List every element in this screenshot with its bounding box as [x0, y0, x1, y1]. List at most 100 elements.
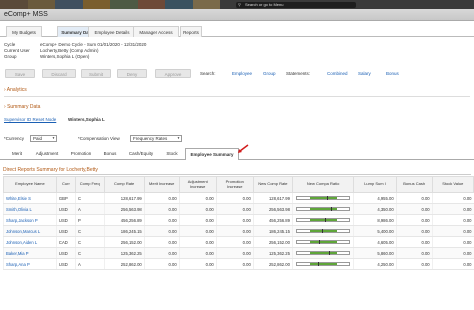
column-header[interactable]: Curr	[55, 176, 76, 193]
summary-section[interactable]: › Summary Data	[4, 104, 40, 110]
compa-ratio-cell	[291, 203, 354, 215]
cell-freq: A	[74, 258, 105, 270]
column-header[interactable]: Merit Increase	[143, 176, 180, 193]
column-header[interactable]: Promotion Increase	[215, 176, 254, 193]
statement-salary-link[interactable]: Salary	[358, 71, 371, 76]
table-row: White,Elsie S GBP C 128,617.99 0.00 0.00 0.00 1…	[3, 192, 474, 204]
cell-rate: 128,617.99	[103, 192, 145, 204]
subtab-promotion[interactable]: Promotion	[67, 148, 95, 160]
cell-freq: C	[74, 236, 105, 248]
column-header[interactable]: Lump Sum I	[353, 176, 397, 193]
employee-name-link[interactable]: Sharp,Jackson P	[3, 214, 57, 226]
cell-rate: 256,152.00	[103, 236, 145, 248]
cell-bonus: 0.00	[395, 192, 433, 204]
divider	[4, 96, 470, 97]
supervisor-reset-link[interactable]: Supervisor ID Reset Node	[4, 117, 56, 122]
deny-button[interactable]: Deny	[117, 69, 147, 78]
column-header[interactable]: Comp Freq	[74, 176, 105, 193]
submit-button[interactable]: Submit	[81, 69, 111, 78]
cell-bonus: 0.00	[395, 247, 433, 259]
cell-merit: 0.00	[143, 236, 180, 248]
search-group-link[interactable]: Group	[263, 71, 276, 76]
table-row: Sharp,Ana P USD A 252,862.00 0.00 0.00 0.00 252…	[3, 258, 474, 270]
employee-name-link[interactable]: Baker,Mia P	[3, 247, 57, 259]
cell-bonus: 0.00	[395, 203, 433, 215]
column-header[interactable]: New Comp Rate	[252, 176, 293, 193]
cell-stock: 0.00	[431, 225, 474, 237]
search-label: Search:	[200, 71, 216, 76]
compa-ratio-cell	[291, 247, 354, 259]
tab-my-budgets[interactable]: My Budgets	[6, 26, 42, 37]
cell-merit: 0.00	[143, 203, 180, 215]
subtab-merit[interactable]: Merit	[8, 148, 26, 160]
browser-search[interactable]: ⚲ Search or go to Menu	[236, 2, 356, 8]
currency-value: Paid	[33, 136, 43, 141]
search-employee-link[interactable]: Employee	[232, 71, 252, 76]
red-arrow-annotation-icon	[238, 144, 249, 153]
compa-ratio-range	[310, 197, 338, 199]
cell-bonus: 0.00	[395, 236, 433, 248]
cell-curr: USD	[55, 225, 76, 237]
subtab-adjustment[interactable]: Adjustment	[32, 148, 62, 160]
subtab-stock[interactable]: Stock	[162, 148, 182, 160]
column-header[interactable]: Adjustment Increase	[178, 176, 217, 193]
main-tabs: My Budgets Summary Data Employee Details…	[0, 26, 474, 37]
approve-button[interactable]: Approve	[155, 69, 191, 78]
compa-ratio-range	[310, 208, 338, 210]
analytics-section[interactable]: › Analytics	[4, 87, 27, 94]
comp-view-select[interactable]: Frequency Rates ▼	[130, 135, 182, 142]
group-label: Group	[4, 54, 17, 59]
employee-name-link[interactable]: Smith,Olivia L	[3, 203, 57, 215]
compa-ratio-bar	[296, 218, 351, 222]
statements-label: Statements:	[286, 71, 311, 76]
table-row: Baker,Mia P USD C 125,362.25 0.00 0.00 0.00 125…	[3, 247, 474, 259]
column-header[interactable]: New Compa Ratio	[291, 176, 355, 193]
cell-bonus: 0.00	[395, 214, 433, 226]
cell-promo: 0.00	[215, 247, 254, 259]
cell-promo: 0.00	[215, 214, 254, 226]
cell-stock: 0.00	[431, 214, 474, 226]
tab-reports[interactable]: Reports	[180, 26, 202, 37]
employee-name-link[interactable]: White,Elsie S	[3, 192, 57, 204]
column-header[interactable]: Comp Rate	[103, 176, 145, 193]
subtab-employee-summary[interactable]: Employee Summary	[185, 148, 239, 160]
discard-button[interactable]: Discard	[42, 69, 76, 78]
compa-ratio-bar	[296, 240, 351, 244]
compa-ratio-range	[310, 252, 338, 254]
column-header[interactable]: Bonus Cash	[395, 176, 433, 193]
cell-adj: 0.00	[178, 236, 217, 248]
currency-label: *Currency	[4, 136, 25, 141]
employee-name-link[interactable]: Johnson,Aiden L	[3, 236, 57, 248]
employee-name-link[interactable]: Sharp,Ana P	[3, 258, 57, 270]
compa-ratio-cell	[291, 225, 354, 237]
cell-lump: 4,605.00	[353, 236, 397, 248]
employee-name-link[interactable]: Johnson,Marcus L	[3, 225, 57, 237]
subtab-cash-equity[interactable]: Cash/Equity	[126, 148, 156, 160]
tab-employee-details[interactable]: Employee Details	[88, 26, 136, 37]
compa-ratio-range	[310, 241, 338, 243]
currency-select[interactable]: Paid ▼	[30, 135, 57, 142]
compa-ratio-range	[310, 263, 338, 265]
table-row: Sharp,Jackson P USD P 456,256.89 0.00 0.00 0.0…	[3, 214, 474, 226]
app-title: eComp+ MSS	[4, 11, 48, 18]
cell-freq: C	[74, 247, 105, 259]
cell-curr: USD	[55, 247, 76, 259]
cell-curr: USD	[55, 214, 76, 226]
cell-new: 256,152.00	[252, 236, 293, 248]
column-header[interactable]: Employee Name	[3, 176, 57, 193]
cell-stock: 0.00	[431, 258, 474, 270]
divider	[3, 174, 471, 175]
cell-adj: 0.00	[178, 214, 217, 226]
cell-freq: C	[74, 192, 105, 204]
save-button[interactable]: Save	[5, 69, 35, 78]
column-header[interactable]: Stock Value	[431, 176, 474, 193]
tab-manager-access[interactable]: Manager Access	[133, 26, 179, 37]
compa-ratio-cell	[291, 236, 354, 248]
cell-adj: 0.00	[178, 192, 217, 204]
cell-lump: 4,350.00	[353, 203, 397, 215]
cell-stock: 0.00	[431, 247, 474, 259]
subtab-bonus[interactable]: Bonus	[100, 148, 120, 160]
cell-adj: 0.00	[178, 225, 217, 237]
statement-combined-link[interactable]: Combined	[327, 71, 348, 76]
statement-bonus-link[interactable]: Bonus	[386, 71, 399, 76]
